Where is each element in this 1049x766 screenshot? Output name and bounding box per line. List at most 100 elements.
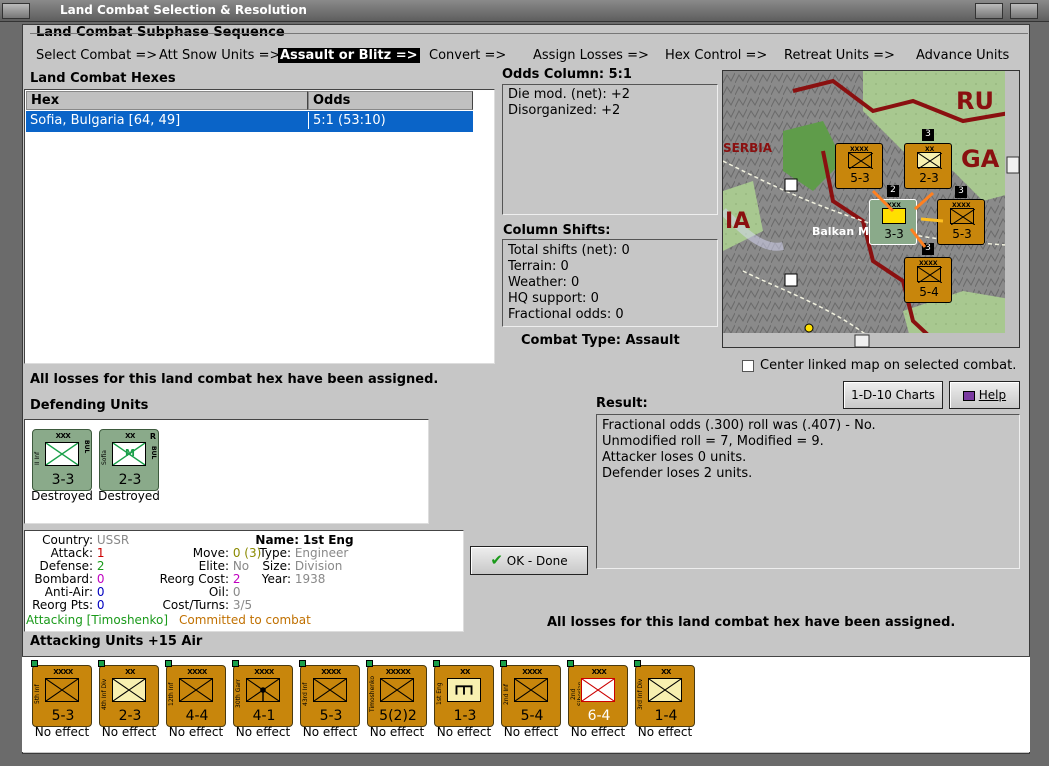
attacking-unit-counter[interactable]: XXXX 43rd Inf 5-3 <box>299 660 360 727</box>
losses-message: All losses for this land combat hex have… <box>547 615 956 630</box>
unit-name: 30th Garr <box>235 679 242 709</box>
center-linked-checkbox[interactable] <box>742 360 754 372</box>
ok-done-label: OK - Done <box>506 554 568 568</box>
unit-status: Destroyed <box>31 489 93 503</box>
unit-name: 5th Inf <box>34 684 41 704</box>
unit-status: No effect <box>503 725 559 739</box>
info-bombard: Bombard: 0 <box>34 572 105 586</box>
unit-status: Destroyed <box>98 489 160 503</box>
unit-status: No effect <box>302 725 358 739</box>
infantry-icon <box>648 678 682 702</box>
center-linked-label: Center linked map on selected combat. <box>760 358 1017 373</box>
charts-button[interactable]: 1-D-10 Charts <box>843 381 943 409</box>
attacking-unit-counter[interactable]: XXXX 2nd Inf 5-4 <box>500 660 561 727</box>
unit-name: 3rd Inf Div <box>637 678 644 710</box>
unit-size: XX <box>125 668 135 676</box>
unit-reserve-marker: R <box>149 432 156 441</box>
unit-size: XXX <box>591 668 607 676</box>
step-advance-units[interactable]: Advance Units <box>916 48 1009 63</box>
unit-name: Timoshenko <box>369 676 376 712</box>
attacking-heading: Attacking Units +15 Air <box>30 634 203 649</box>
unit-status: No effect <box>101 725 157 739</box>
step-hex-control[interactable]: Hex Control => <box>665 48 767 63</box>
help-label: Help <box>978 388 1007 402</box>
infantry-icon <box>45 678 79 702</box>
shift-line: Fractional odds: 0 <box>508 307 624 322</box>
info-reorg-pts: Reorg Pts: 0 <box>32 598 105 612</box>
attacking-unit-counter[interactable]: XXXX 5th Inf 5-3 <box>31 660 92 727</box>
help-button[interactable]: Help <box>949 381 1020 409</box>
close-button[interactable] <box>1010 3 1038 19</box>
unit-marker <box>232 660 239 667</box>
odds-line: Die mod. (net): +2 <box>508 87 631 102</box>
map-counter-strength: 5-4 <box>919 285 939 299</box>
attacking-unit-counter[interactable]: XXXXX Timoshenko 5(2)2 <box>366 660 427 727</box>
shifts-heading: Column Shifts: <box>503 223 611 238</box>
result-line: Unmodified roll = 7, Modified = 9. <box>602 434 824 449</box>
info-type: Type: Engineer <box>259 546 349 560</box>
table-row[interactable]: Sofia, Bulgaria [64, 49] 5:1 (53:10) <box>26 111 473 132</box>
minimize-button[interactable] <box>975 3 1003 19</box>
map-label-ga: GA <box>961 145 1000 173</box>
unit-name: 4th Inf Div <box>101 678 108 710</box>
map-label-ia: IA <box>725 209 751 234</box>
unit-strength: 2-3 <box>118 472 142 488</box>
attacking-unit-counter[interactable]: XXX 2nd Siberian 6-4 <box>567 660 628 727</box>
result-line: Fractional odds (.300) roll was (.407) -… <box>602 418 876 433</box>
unit-marker <box>98 660 105 667</box>
infantry-icon <box>45 442 79 466</box>
step-att-snow-units[interactable]: Att Snow Units => <box>159 48 280 63</box>
unit-status: No effect <box>369 725 425 739</box>
column-header-hex[interactable]: Hex <box>26 91 308 110</box>
odds-box: Die mod. (net): +2 Disorganized: +2 <box>502 84 718 215</box>
map-label-balkan: Balkan M <box>812 225 869 238</box>
step-retreat-units[interactable]: Retreat Units => <box>784 48 895 63</box>
infantry-icon <box>514 678 548 702</box>
info-defense: Defense: 2 <box>39 559 105 573</box>
map-counter[interactable]: XXXX 5-4 <box>904 257 952 303</box>
window-title: Land Combat Selection & Resolution <box>60 3 307 17</box>
column-header-odds[interactable]: Odds <box>308 91 473 110</box>
step-assault-or-blitz[interactable]: Assault or Blitz => <box>278 48 420 63</box>
infantry-icon <box>581 678 615 702</box>
linked-map[interactable]: RU SERBIA GA IA Balkan M XXXX 5-3 XX 2-3… <box>722 70 1020 348</box>
info-committed: Committed to combat <box>179 613 311 627</box>
info-oil: Oil: 0 <box>208 585 241 599</box>
step-assign-losses[interactable]: Assign Losses => <box>533 48 649 63</box>
attacking-unit-counter[interactable]: XX 3rd Inf Div 1-4 <box>634 660 695 727</box>
shift-line: HQ support: 0 <box>508 291 599 306</box>
attacking-unit-counter[interactable]: XXXX 12th Inf 4-4 <box>165 660 226 727</box>
step-select-combat[interactable]: Select Combat => <box>36 48 157 63</box>
unit-status: No effect <box>436 725 492 739</box>
unit-status: No effect <box>235 725 291 739</box>
militia-letter: M <box>125 448 135 459</box>
infantry-icon <box>112 678 146 702</box>
attacking-unit-counter[interactable]: XXXX 30th Garr 4-1 <box>232 660 293 727</box>
defending-unit-counter[interactable]: XX Sofia R BUL M 2-3 <box>99 429 159 491</box>
info-cost-turns: Cost/Turns: 3/5 <box>162 598 253 612</box>
info-reorg-cost: Reorg Cost: 2 <box>159 572 241 586</box>
result-line: Attacker loses 0 units. <box>602 450 747 465</box>
unit-marker <box>165 660 172 667</box>
defending-heading: Defending Units <box>30 398 149 413</box>
attacking-unit-counter[interactable]: XX 1st Eng 1-3 <box>433 660 494 727</box>
unit-size: XXXX <box>321 668 341 676</box>
result-box: Fractional odds (.300) roll was (.407) -… <box>596 414 1020 569</box>
system-menu-button[interactable] <box>2 3 30 19</box>
odds-line: Disorganized: +2 <box>508 103 621 118</box>
unit-marker <box>31 660 38 667</box>
attacking-unit-counter[interactable]: XX 4th Inf Div 2-3 <box>98 660 159 727</box>
unit-name: 1st Eng <box>436 682 443 706</box>
defending-unit-counter[interactable]: XXX II Inf BUL 3-3 <box>32 429 92 491</box>
unit-strength: 4-4 <box>185 708 209 724</box>
unit-size: XXXX <box>522 668 542 676</box>
unit-strength: 5-4 <box>520 708 544 724</box>
odds-cell: 5:1 (53:10) <box>308 112 473 129</box>
step-convert[interactable]: Convert => <box>429 48 506 63</box>
unit-strength: 5-3 <box>51 708 75 724</box>
unit-marker <box>299 660 306 667</box>
checkmark-icon: ✔ <box>490 551 503 569</box>
ok-done-button[interactable]: ✔ OK - Done <box>470 546 588 575</box>
stack-count-badge: 3 <box>955 186 967 198</box>
shift-line: Total shifts (net): 0 <box>508 243 630 258</box>
